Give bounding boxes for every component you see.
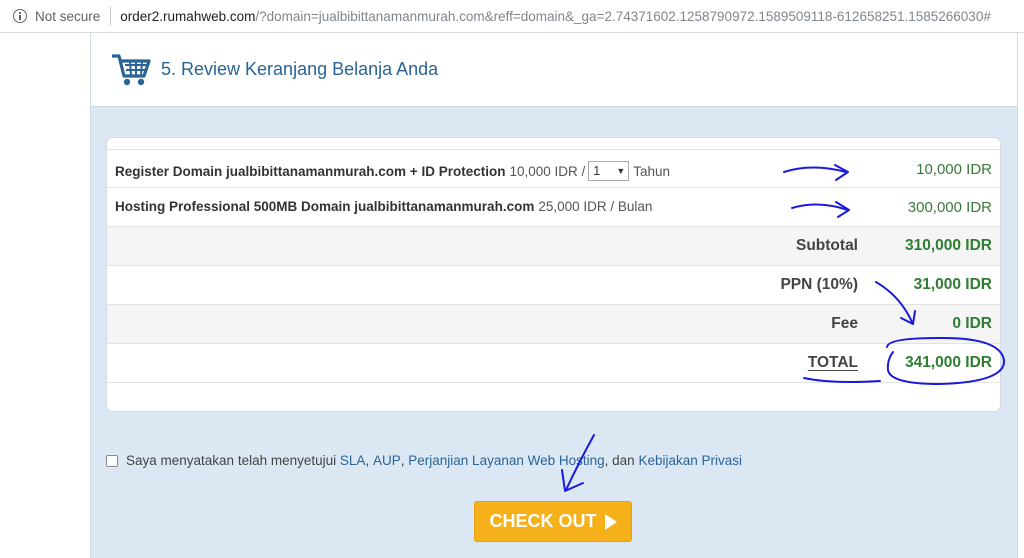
address-bar[interactable]: Not secure order2.rumahweb.com/?domain=j…: [0, 0, 1024, 33]
subtotal-label: Subtotal: [796, 237, 858, 254]
sla-link[interactable]: SLA: [340, 453, 366, 468]
order-item-row: Hosting Professional 500MB Domain jualbi…: [107, 188, 1000, 227]
cart-icon: [112, 54, 151, 86]
tax-value: 31,000 IDR: [913, 276, 992, 293]
item-total: 300,000 IDR: [907, 199, 992, 216]
item-name: Register Domain jualbibittanamanmurah.co…: [115, 163, 506, 179]
terms-agreement: Saya menyatakan telah menyetujui SLA, AU…: [106, 453, 742, 468]
total-label: TOTAL: [807, 354, 858, 371]
fee-value: 0 IDR: [952, 315, 992, 332]
item-description: Hosting Professional 500MB Domain jualbi…: [115, 199, 652, 214]
order-summary-table: Register Domain jualbibittanamanmurah.co…: [106, 137, 1001, 412]
terms-separator: ,: [365, 453, 370, 468]
tax-label: PPN (10%): [780, 276, 858, 293]
item-unit-price: 10,000 IDR /: [509, 163, 586, 179]
checkout-button[interactable]: CHECK OUT: [474, 501, 632, 542]
fee-label: Fee: [831, 315, 858, 332]
play-icon: [604, 513, 617, 530]
terms-checkbox[interactable]: [106, 454, 118, 467]
item-period: Tahun: [633, 163, 671, 179]
aup-link[interactable]: AUP: [373, 453, 401, 468]
item-description: Register Domain jualbibittanamanmurah.co…: [115, 161, 670, 181]
tax-row: PPN (10%) 31,000 IDR: [107, 266, 1000, 305]
fee-row: Fee 0 IDR: [107, 305, 1000, 344]
service-agreement-link[interactable]: Perjanjian Layanan Web Hosting: [408, 453, 604, 468]
info-icon[interactable]: [13, 9, 27, 23]
subtotal-row: Subtotal 310,000 IDR: [107, 227, 1000, 266]
item-unit-price: 25,000 IDR / Bulan: [538, 199, 653, 214]
total-value: 341,000 IDR: [904, 354, 992, 371]
step-title: 5. Review Keranjang Belanja Anda: [161, 59, 439, 79]
subtotal-value: 310,000 IDR: [904, 237, 992, 254]
checkout-label: CHECK OUT: [489, 511, 597, 531]
terms-conjunction: , dan: [604, 453, 635, 468]
url-host[interactable]: order2.rumahweb.com: [120, 9, 255, 24]
total-row: TOTAL 341,000 IDR: [107, 344, 1000, 383]
item-total: 10,000 IDR: [916, 161, 992, 178]
checkout-page: 5. Review Keranjang Belanja Anda Registe…: [90, 33, 1018, 558]
terms-text: Saya menyatakan telah menyetujui: [126, 453, 337, 468]
url-path[interactable]: /?domain=jualbibittanamanmurah.com&reff=…: [255, 9, 991, 24]
privacy-policy-link[interactable]: Kebijakan Privasi: [638, 453, 742, 468]
dropdown-arrow-icon: ▼: [616, 166, 626, 176]
order-item-row: Register Domain jualbibittanamanmurah.co…: [107, 149, 1000, 188]
step-header: 5. Review Keranjang Belanja Anda: [91, 33, 1017, 107]
security-label[interactable]: Not secure: [35, 9, 100, 24]
address-separator: [110, 7, 112, 25]
item-name: Hosting Professional 500MB Domain jualbi…: [115, 199, 535, 214]
terms-separator: ,: [400, 453, 405, 468]
quantity-value: 1: [593, 164, 601, 178]
quantity-select[interactable]: 1 ▼: [588, 161, 630, 181]
